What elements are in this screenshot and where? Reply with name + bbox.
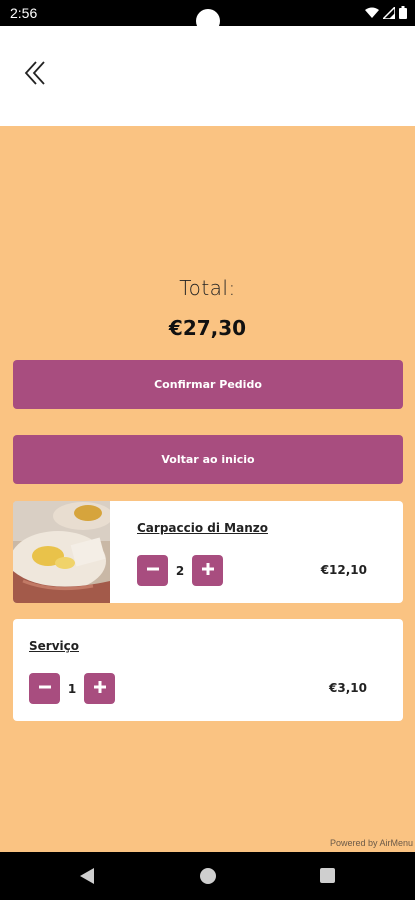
confirm-order-button[interactable]: Confirmar Pedido [13, 360, 403, 409]
order-item-card: Carpaccio di Manzo 2 €12,10 [13, 501, 403, 603]
back-triangle-icon[interactable] [80, 868, 94, 888]
item-price: €3,10 [329, 681, 367, 695]
status-bar: 2:56 [0, 0, 415, 33]
recent-square-icon[interactable] [320, 868, 335, 883]
wifi-icon [365, 7, 379, 19]
system-nav-bar [0, 852, 415, 900]
home-circle-icon[interactable] [200, 868, 216, 884]
quantity-value: 2 [175, 563, 185, 578]
signal-icon [383, 6, 395, 19]
total-value: €27,30 [168, 316, 247, 340]
minus-icon [146, 561, 160, 580]
status-time: 2:56 [10, 5, 38, 21]
total-label: Total: [179, 276, 236, 300]
item-image [13, 501, 110, 603]
decrease-quantity-button[interactable] [29, 673, 60, 704]
status-icons [365, 6, 407, 19]
quantity-stepper: 1 [29, 673, 115, 704]
powered-by-label: Powered by AirMenu [329, 838, 413, 848]
back-home-button[interactable]: Voltar ao inicio [13, 435, 403, 484]
double-chevron-left-icon [22, 60, 48, 90]
quantity-stepper: 2 [137, 555, 223, 586]
minus-icon [38, 679, 52, 698]
item-name: Serviço [29, 639, 79, 653]
plus-icon [93, 679, 107, 698]
decrease-quantity-button[interactable] [137, 555, 168, 586]
order-content: Total: €27,30 Confirmar Pedido Voltar ao… [0, 126, 415, 852]
item-price: €12,10 [320, 563, 367, 577]
order-item-card: Serviço 1 €3,10 [13, 619, 403, 721]
plus-icon [201, 561, 215, 580]
increase-quantity-button[interactable] [192, 555, 223, 586]
increase-quantity-button[interactable] [84, 673, 115, 704]
item-name: Carpaccio di Manzo [137, 521, 268, 535]
back-button[interactable] [18, 60, 52, 90]
app-header [0, 26, 415, 126]
battery-icon [399, 6, 407, 19]
quantity-value: 1 [67, 681, 77, 696]
